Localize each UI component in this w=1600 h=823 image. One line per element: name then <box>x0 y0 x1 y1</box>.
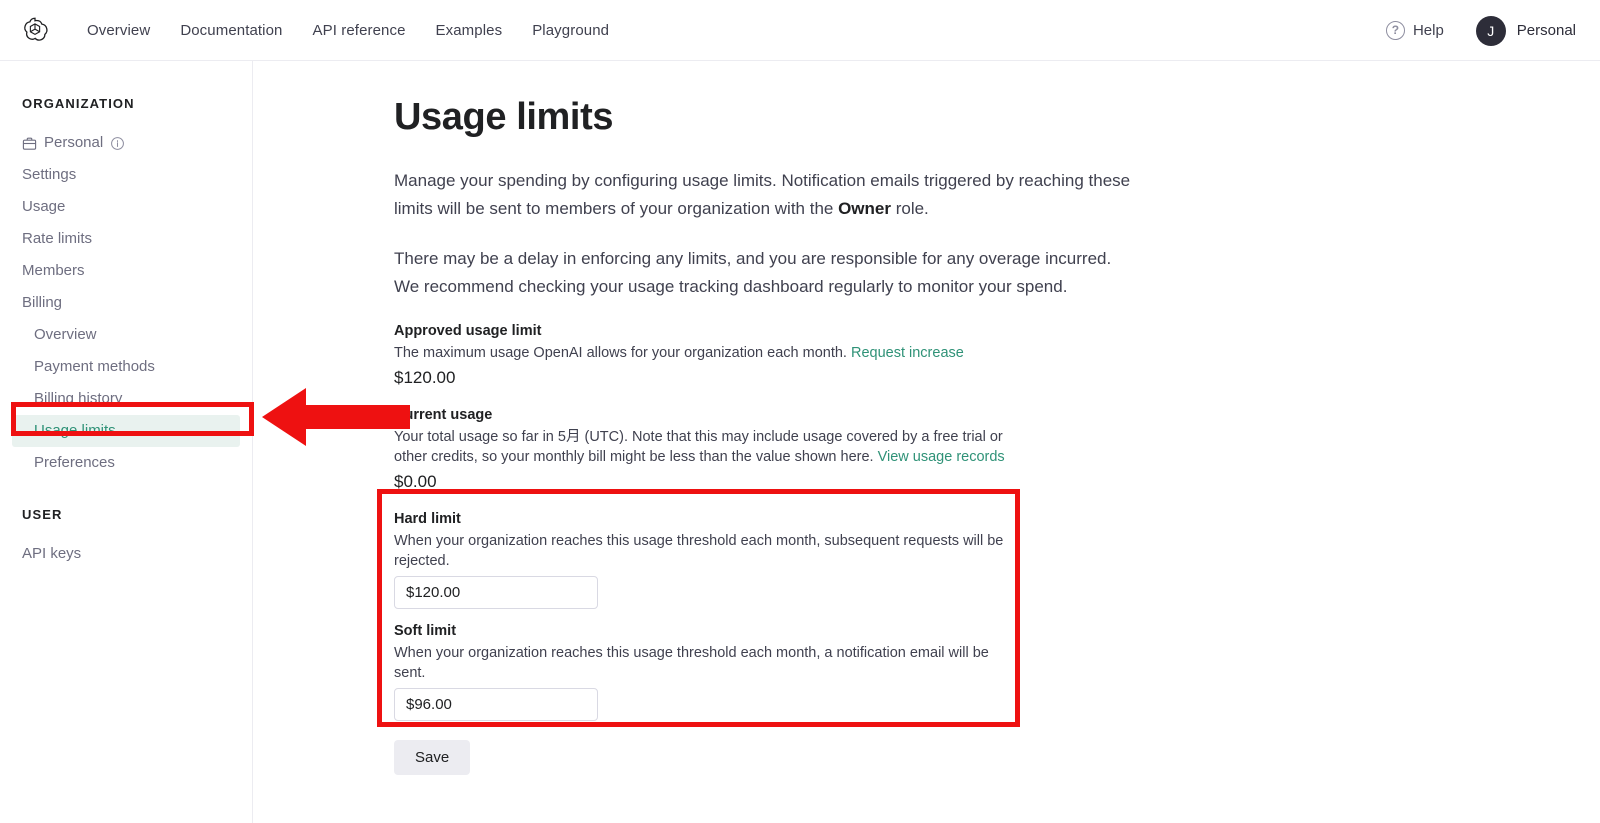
sidebar-section-user: USER <box>22 507 63 522</box>
nav-link-overview[interactable]: Overview <box>72 16 165 45</box>
hard-limit-label: Hard limit <box>394 511 461 527</box>
nav-link-examples[interactable]: Examples <box>421 16 518 45</box>
info-icon[interactable] <box>110 136 125 151</box>
approved-usage-limit-desc: The maximum usage OpenAI allows for your… <box>394 343 1019 363</box>
sidebar-item-label: Settings <box>22 166 77 183</box>
sidebar-item-usage[interactable]: Usage <box>0 191 252 223</box>
help-button[interactable]: ? Help <box>1380 17 1450 44</box>
intro-paragraph-1: Manage your spending by configuring usag… <box>394 167 1139 223</box>
sidebar-item-label: Usage limits <box>34 422 116 439</box>
sidebar-item-label: Rate limits <box>22 230 93 247</box>
soft-limit-desc: When your organization reaches this usag… <box>394 645 989 681</box>
sidebar-item-billing-history[interactable]: Billing history <box>0 383 252 415</box>
sidebar-item-label: Usage <box>22 198 66 215</box>
help-label: Help <box>1412 22 1444 39</box>
account-name-label: Personal <box>1516 22 1576 39</box>
request-increase-link[interactable]: Request increase <box>851 345 964 361</box>
sidebar-item-usage-limits[interactable]: Usage limits <box>12 415 240 447</box>
current-usage-desc: Your total usage so far in 5月 (UTC). Not… <box>394 427 1019 467</box>
nav-right-group: ? Help J Personal <box>1380 0 1582 61</box>
current-usage-section: Current usage Your total usage so far in… <box>394 407 1019 492</box>
intro-1-bold-owner: Owner <box>838 199 891 218</box>
sidebar-item-api-keys[interactable]: API keys <box>0 538 252 570</box>
approved-usage-limit-value: $120.00 <box>394 368 456 387</box>
hard-limit-input[interactable] <box>394 576 598 609</box>
openai-logo-icon[interactable] <box>18 13 52 47</box>
sidebar-item-settings[interactable]: Settings <box>0 159 252 191</box>
nav-link-api-reference[interactable]: API reference <box>298 16 421 45</box>
approved-usage-limit-label: Approved usage limit <box>394 323 542 339</box>
intro-paragraph-2: There may be a delay in enforcing any li… <box>394 249 1112 296</box>
soft-limit-input[interactable] <box>394 688 598 721</box>
sidebar-item-rate-limits[interactable]: Rate limits <box>0 223 252 255</box>
intro-1-text-before: Manage your spending by configuring usag… <box>394 171 1131 218</box>
soft-limit-section: Soft limit When your organization reache… <box>394 623 1019 735</box>
hard-limit-desc: When your organization reaches this usag… <box>394 533 1004 569</box>
intro-1-text-after: role. <box>890 199 929 218</box>
sidebar-item-personal[interactable]: Personal <box>0 127 252 159</box>
sidebar-item-label: Billing <box>22 294 63 311</box>
soft-limit-label: Soft limit <box>394 623 457 639</box>
top-navigation-bar: Overview Documentation API reference Exa… <box>0 0 1600 61</box>
account-menu-button[interactable]: J Personal <box>1470 12 1582 50</box>
sidebar: ORGANIZATION Personal Settings Usage Rat… <box>0 61 253 823</box>
approved-desc-text: The maximum usage OpenAI allows for your… <box>394 345 847 361</box>
question-circle-icon: ? <box>1385 21 1405 40</box>
sidebar-item-members[interactable]: Members <box>0 255 252 287</box>
sidebar-item-payment-methods[interactable]: Payment methods <box>0 351 252 383</box>
view-usage-records-link[interactable]: View usage records <box>878 449 1005 465</box>
sidebar-item-label: Overview <box>34 326 97 343</box>
sidebar-item-billing-overview[interactable]: Overview <box>0 319 252 351</box>
avatar: J <box>1475 15 1506 46</box>
approved-usage-limit-section: Approved usage limit The maximum usage O… <box>394 323 1019 388</box>
sidebar-item-label: Payment methods <box>34 358 155 375</box>
sidebar-item-preferences[interactable]: Preferences <box>0 447 252 479</box>
page-title: Usage limits <box>394 96 614 138</box>
briefcase-icon <box>22 136 37 151</box>
hard-limit-section: Hard limit When your organization reache… <box>394 511 1019 623</box>
current-usage-label: Current usage <box>394 407 493 423</box>
sidebar-item-label: Billing history <box>34 390 123 407</box>
sidebar-item-label: Members <box>22 262 85 279</box>
save-button[interactable]: Save <box>394 740 471 775</box>
current-usage-value: $0.00 <box>394 472 437 491</box>
sidebar-item-billing[interactable]: Billing <box>0 287 252 319</box>
sidebar-section-organization: ORGANIZATION <box>22 96 135 111</box>
primary-nav-links: Overview Documentation API reference Exa… <box>72 16 624 45</box>
nav-link-documentation[interactable]: Documentation <box>165 16 297 45</box>
main-content: Usage limits Manage your spending by con… <box>253 61 1600 823</box>
nav-link-playground[interactable]: Playground <box>517 16 624 45</box>
sidebar-item-label: Preferences <box>34 454 115 471</box>
sidebar-item-label: Personal <box>44 134 104 151</box>
sidebar-item-label: API keys <box>22 545 82 562</box>
